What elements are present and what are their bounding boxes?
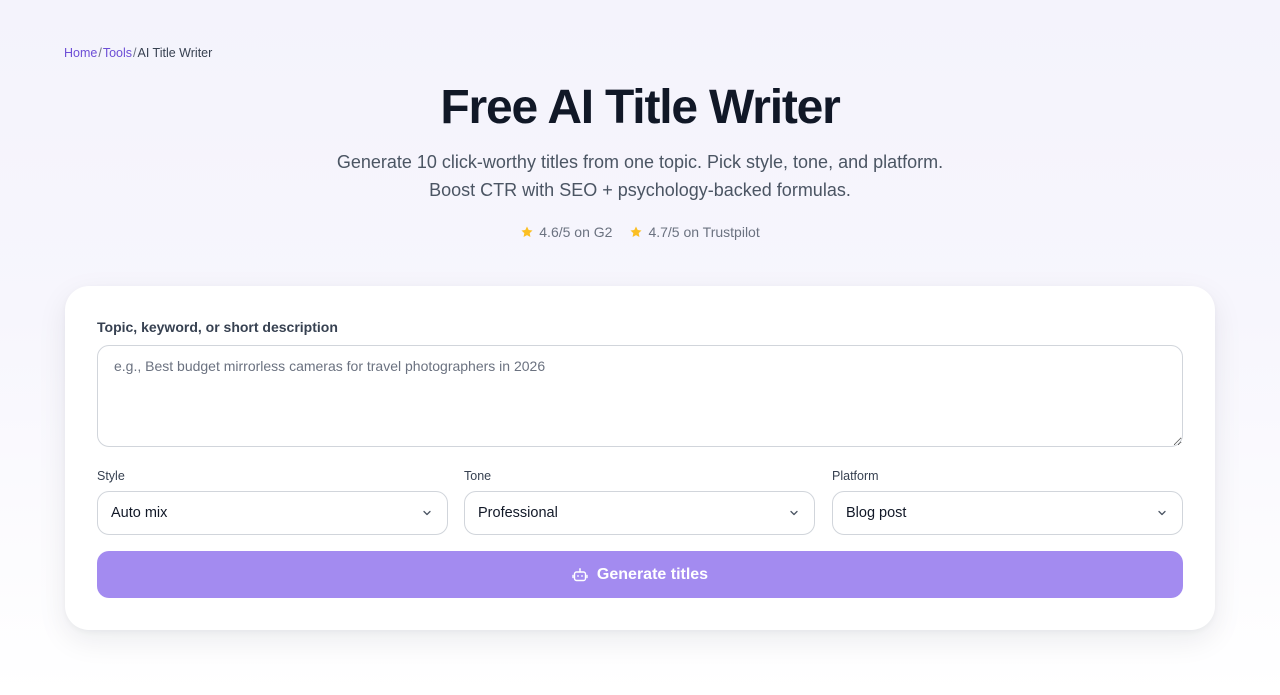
platform-select-group: Platform Blog post xyxy=(832,469,1183,535)
tone-select[interactable]: Professional xyxy=(464,491,815,535)
chevron-down-icon xyxy=(423,510,431,516)
subtitle-line-2: Boost CTR with SEO + psychology-backed f… xyxy=(429,180,851,200)
platform-select-value: Blog post xyxy=(846,505,907,521)
breadcrumb-current: AI Title Writer xyxy=(137,46,213,60)
platform-label: Platform xyxy=(832,469,879,483)
rating-g2: 4.6/5 on G2 xyxy=(520,224,612,240)
rating-trustpilot-text: 4.7/5 on Trustpilot xyxy=(648,224,760,240)
breadcrumb-home-link[interactable]: Home xyxy=(64,46,97,60)
page-subtitle: Generate 10 click-worthy titles from one… xyxy=(0,148,1280,204)
style-select[interactable]: Auto mix xyxy=(97,491,448,535)
rating-trustpilot: 4.7/5 on Trustpilot xyxy=(629,224,760,240)
ratings-row: 4.6/5 on G2 4.7/5 on Trustpilot xyxy=(0,224,1280,240)
generate-titles-button[interactable]: Generate titles xyxy=(97,551,1183,598)
breadcrumb-separator: / xyxy=(98,46,102,60)
topic-input[interactable] xyxy=(97,345,1183,447)
star-icon xyxy=(630,226,642,238)
rating-g2-text: 4.6/5 on G2 xyxy=(539,224,613,240)
tone-select-value: Professional xyxy=(478,505,558,521)
topic-label: Topic, keyword, or short description xyxy=(97,319,338,335)
platform-select[interactable]: Blog post xyxy=(832,491,1183,535)
title-generator-card: Topic, keyword, or short description Sty… xyxy=(65,286,1215,630)
breadcrumb-separator: / xyxy=(133,46,137,60)
star-icon xyxy=(521,226,533,238)
tone-select-group: Tone Professional xyxy=(464,469,815,535)
tone-label: Tone xyxy=(464,469,492,483)
style-select-group: Style Auto mix xyxy=(97,469,448,535)
breadcrumb-tools-link[interactable]: Tools xyxy=(103,46,132,60)
style-select-value: Auto mix xyxy=(111,505,168,521)
breadcrumb: Home / Tools / AI Title Writer xyxy=(64,46,212,60)
subtitle-line-1: Generate 10 click-worthy titles from one… xyxy=(336,152,944,172)
page-title: Free AI Title Writer xyxy=(440,81,840,134)
chevron-down-icon xyxy=(790,510,798,516)
style-label: Style xyxy=(97,469,125,483)
bot-icon xyxy=(572,567,588,581)
generate-titles-label: Generate titles xyxy=(596,565,709,583)
chevron-down-icon xyxy=(1158,510,1166,516)
